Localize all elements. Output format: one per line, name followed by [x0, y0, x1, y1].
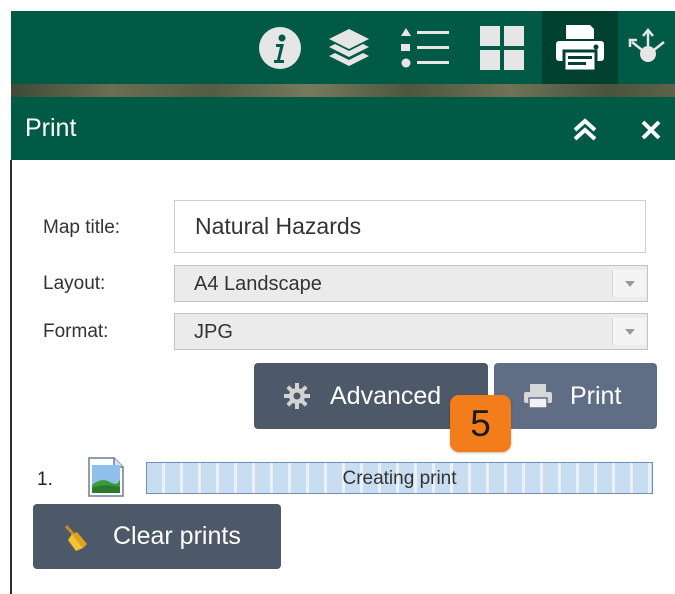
format-label: Format: [43, 321, 109, 342]
close-icon [641, 120, 661, 140]
clear-prints-button[interactable]: Clear prints [33, 504, 281, 569]
step-badge: 5 [450, 395, 511, 452]
layout-label: Layout: [43, 273, 106, 294]
map-title-label: Map title: [43, 217, 121, 238]
chevron-double-up-icon [573, 118, 597, 141]
legend-list-icon [401, 27, 449, 67]
print-button[interactable]: Print [494, 363, 657, 429]
close-button[interactable] [639, 117, 663, 143]
image-file-icon [88, 457, 124, 502]
print-tool-button[interactable] [542, 11, 618, 84]
info-button[interactable] [249, 11, 311, 84]
chevron-down-icon [624, 328, 635, 335]
map-title-input[interactable] [174, 200, 646, 253]
printer-icon [524, 384, 552, 408]
advanced-label: Advanced [330, 381, 442, 410]
print-status: Creating print [342, 468, 457, 489]
printer-icon [556, 24, 604, 71]
layers-icon [329, 28, 369, 66]
layout-dropdown-arrow[interactable] [612, 270, 646, 297]
layout-select[interactable]: A4 Landscape [174, 265, 648, 302]
gear-icon [284, 383, 310, 409]
map-view-strip[interactable] [11, 84, 675, 97]
format-dropdown-arrow[interactable] [612, 318, 646, 345]
clear-prints-label: Clear prints [113, 522, 241, 550]
print-panel-header: Print [11, 97, 675, 160]
basemap-button[interactable] [471, 11, 533, 84]
format-value: JPG [194, 321, 233, 343]
panel-title: Print [25, 114, 77, 142]
share-button[interactable] [626, 11, 675, 84]
app-toolbar [11, 11, 675, 84]
info-icon [259, 26, 301, 69]
legend-button[interactable] [394, 11, 456, 84]
chevron-down-icon [624, 280, 635, 287]
grid-icon [480, 25, 524, 70]
print-label: Print [570, 381, 622, 410]
panel-border [10, 160, 12, 594]
share-icon [628, 27, 665, 62]
layers-button[interactable] [318, 11, 380, 84]
collapse-button[interactable] [572, 117, 598, 143]
print-progress-bar: Creating print [146, 462, 653, 494]
layout-value: A4 Landscape [194, 273, 322, 295]
print-job-number: 1. [37, 469, 53, 490]
format-select[interactable]: JPG [174, 313, 648, 350]
broom-icon [63, 522, 93, 552]
